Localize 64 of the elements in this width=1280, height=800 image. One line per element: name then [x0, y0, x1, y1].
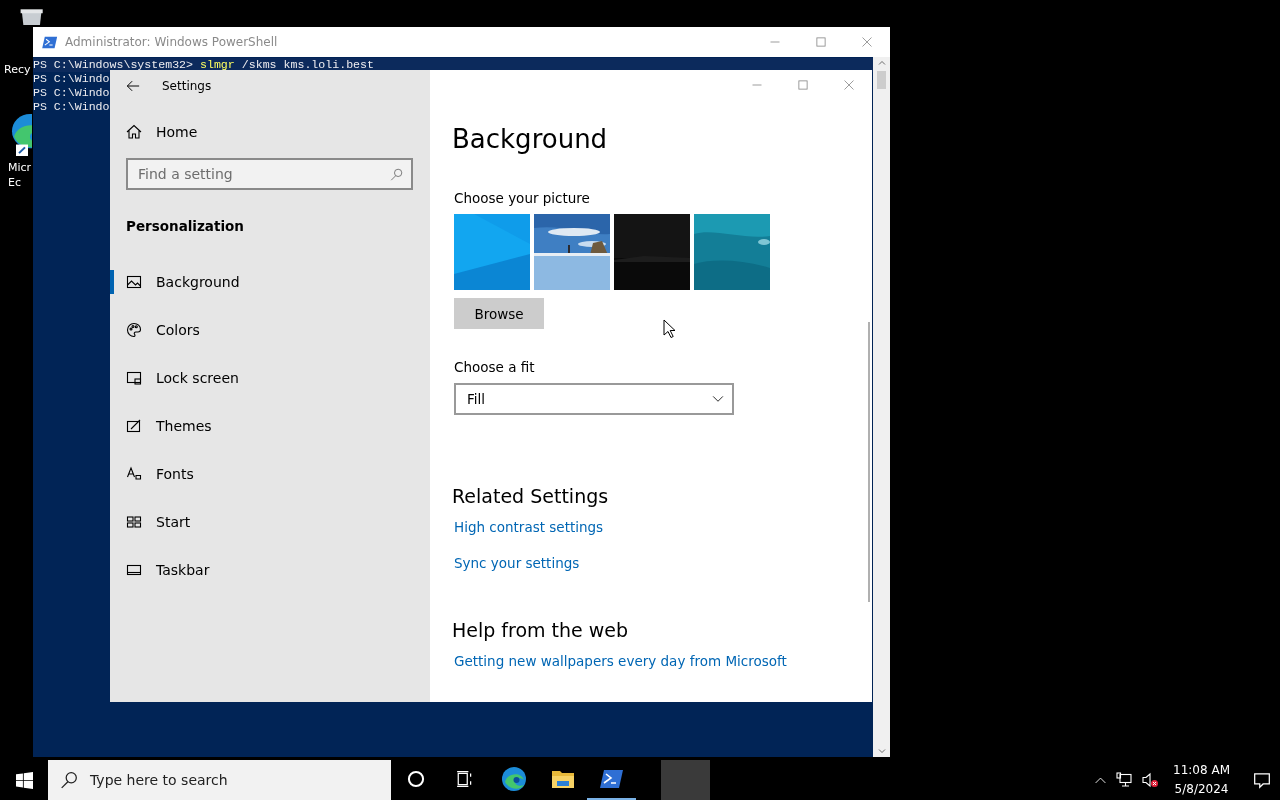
- notifications-icon: [1252, 771, 1272, 789]
- search-icon: [390, 167, 403, 181]
- maximize-icon: [797, 79, 809, 91]
- powershell-icon: [599, 769, 624, 789]
- desktop-icon-label: Recy: [4, 62, 31, 77]
- fit-dropdown[interactable]: Fill: [454, 383, 734, 415]
- desktop-icon-label: Micr: [8, 160, 32, 175]
- mouse-cursor-icon: [663, 319, 676, 339]
- nav-item[interactable]: Taskbar: [110, 558, 430, 582]
- back-button[interactable]: [126, 79, 140, 93]
- browse-button[interactable]: Browse: [454, 298, 544, 329]
- console-line: PS C:\Windo: [33, 100, 110, 113]
- nav-item[interactable]: Start: [110, 510, 430, 534]
- nav-item[interactable]: Background: [110, 270, 430, 294]
- maximize-icon: [815, 36, 827, 48]
- scrollbar[interactable]: [868, 322, 870, 602]
- settings-link[interactable]: Sync your settings: [454, 555, 580, 571]
- field-label: Choose a fit: [454, 359, 535, 375]
- palette-icon: [126, 322, 142, 338]
- powershell-icon: [42, 35, 58, 49]
- nav-item[interactable]: Themes: [110, 414, 430, 438]
- cortana-icon: [406, 770, 425, 788]
- nav-item[interactable]: Lock screen: [110, 366, 430, 390]
- search-icon: [60, 771, 78, 789]
- font-icon: [126, 466, 142, 482]
- picture-icon: [126, 274, 142, 290]
- close-icon: [861, 36, 873, 48]
- console-line: PS C:\Windo: [33, 72, 110, 85]
- console-line: PS C:\Windo: [33, 86, 110, 99]
- window-title: Administrator: Windows PowerShell: [65, 35, 278, 49]
- section-heading: Help from the web: [452, 619, 629, 641]
- scroll-down-icon: [877, 747, 886, 755]
- home-link[interactable]: Home: [126, 124, 198, 140]
- folder-icon: [550, 768, 575, 790]
- muted-speaker-icon: [1141, 772, 1160, 788]
- window-title: Settings: [162, 79, 212, 93]
- taskbar-icon: [126, 562, 142, 578]
- section-heading: Related Settings: [452, 485, 609, 507]
- network-icon: [1115, 772, 1134, 788]
- scroll-thumb[interactable]: [877, 71, 886, 89]
- home-icon: [126, 124, 142, 140]
- page-heading: Background: [452, 124, 608, 154]
- scroll-up-icon: [877, 59, 886, 67]
- browser-icon: [500, 766, 527, 792]
- nav-item[interactable]: Colors: [110, 318, 430, 342]
- section-title: Personalization: [126, 218, 245, 234]
- brush-icon: [126, 418, 142, 434]
- recycle-bin-icon[interactable]: [18, 8, 44, 25]
- desktop-icon-label: Ec: [8, 175, 21, 190]
- taskbar-search-field[interactable]: Type here to search: [48, 760, 391, 800]
- help-link[interactable]: Getting new wallpapers every day from Microsoft: [454, 653, 787, 669]
- field-label: Choose your picture: [454, 190, 590, 206]
- lock-icon: [126, 370, 142, 386]
- settings-link[interactable]: High contrast settings: [454, 519, 604, 535]
- nav-item[interactable]: Fonts: [110, 462, 430, 486]
- start-icon: [126, 514, 142, 530]
- windows-logo-icon: [15, 771, 33, 789]
- clock[interactable]: 11:08 AM 5/8/2024: [1173, 761, 1230, 799]
- task-view-icon: [455, 770, 474, 788]
- chevron-down-icon: [712, 393, 724, 405]
- back-arrow-icon: [126, 79, 140, 93]
- close-icon: [843, 79, 855, 91]
- search-field[interactable]: Find a setting: [126, 158, 413, 190]
- scrollbar[interactable]: [873, 57, 890, 757]
